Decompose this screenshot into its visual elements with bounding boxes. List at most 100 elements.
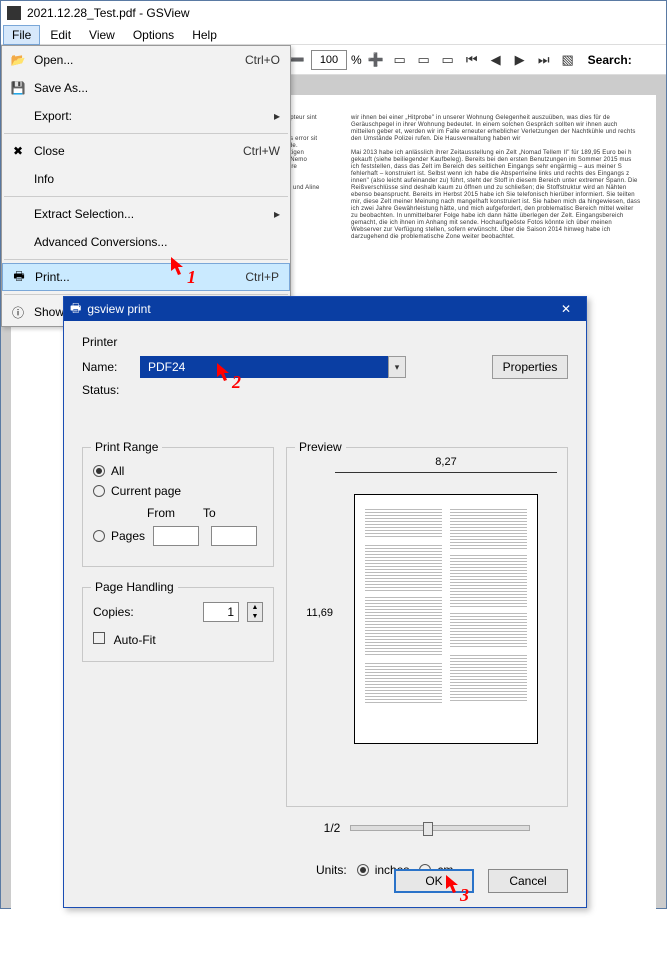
app-icon xyxy=(7,6,21,20)
dim-arrow-icon xyxy=(333,468,559,476)
from-label: From xyxy=(147,506,175,520)
prev-icon[interactable]: ◀ xyxy=(486,50,506,70)
zoom-slider[interactable] xyxy=(350,825,530,831)
printer-group-label: Printer xyxy=(82,335,568,349)
file-menu-dropdown: 📂 Open... Ctrl+O 💾 Save As... Export: ▸ … xyxy=(1,45,291,327)
menu-options[interactable]: Options xyxy=(125,26,182,44)
cancel-button[interactable]: Cancel xyxy=(488,869,568,893)
menu-help[interactable]: Help xyxy=(184,26,225,44)
radio-current[interactable]: Current page xyxy=(93,484,263,498)
print-range-group: Print Range All Current page From To xyxy=(82,447,274,567)
submenu-arrow-icon: ▸ xyxy=(254,109,280,123)
annotation-3: 3 xyxy=(460,885,469,906)
group-legend: Page Handling xyxy=(91,580,178,594)
window-title: 2021.12.28_Test.pdf - GSView xyxy=(27,6,190,20)
dialog-icon: 🖶 xyxy=(70,299,81,320)
open-icon: 📂 xyxy=(11,53,26,67)
close-icon[interactable]: ✕ xyxy=(552,302,580,316)
accel: Ctrl+P xyxy=(245,270,279,284)
zoom-level[interactable]: 100 xyxy=(311,50,347,70)
save-icon: 💾 xyxy=(11,81,26,95)
menu-view[interactable]: View xyxy=(81,26,123,44)
separator xyxy=(4,259,288,260)
menuitem-label: Extract Selection... xyxy=(34,207,254,221)
from-field[interactable] xyxy=(153,526,199,546)
separator xyxy=(4,133,288,134)
dialog-titlebar: 🖶 gsview print ✕ xyxy=(64,297,586,321)
radio-icon xyxy=(93,530,105,542)
menuitem-open[interactable]: 📂 Open... Ctrl+O xyxy=(2,46,290,74)
slider-thumb[interactable] xyxy=(423,822,433,836)
preview-height: 11,69 xyxy=(295,607,333,619)
autofit-checkbox[interactable] xyxy=(93,632,105,644)
menuitem-print[interactable]: 🖶 Print... Ctrl+P xyxy=(2,263,290,291)
menuitem-label: Advanced Conversions... xyxy=(34,235,280,249)
to-label: To xyxy=(203,506,216,520)
radio-icon xyxy=(93,485,105,497)
menuitem-label: Info xyxy=(34,172,280,186)
menuitem-extract[interactable]: Extract Selection... ▸ xyxy=(2,200,290,228)
first-icon[interactable]: ⏮ xyxy=(462,50,482,70)
annotation-1: 1 xyxy=(187,267,196,288)
menuitem-advanced[interactable]: Advanced Conversions... xyxy=(2,228,290,256)
menu-edit[interactable]: Edit xyxy=(42,26,79,44)
close-icon: ✖ xyxy=(13,144,23,158)
accel: Ctrl+O xyxy=(245,53,280,67)
group-legend: Print Range xyxy=(91,440,162,454)
page-handling-group: Page Handling Copies: 1 ▲▼ Auto-Fit xyxy=(82,587,274,662)
radio-label: Current page xyxy=(111,484,181,498)
copies-field[interactable]: 1 xyxy=(203,602,239,622)
preview-page xyxy=(354,494,538,744)
menuitem-info[interactable]: Info xyxy=(2,165,290,193)
zoom-ratio: 1/2 xyxy=(324,821,341,835)
actualsize-icon[interactable]: ▭ xyxy=(438,50,458,70)
menuitem-label: Export: xyxy=(34,109,254,123)
separator xyxy=(4,196,288,197)
menubar: File Edit View Options Help xyxy=(1,25,666,45)
radio-label: All xyxy=(111,464,124,478)
zoom-in-icon[interactable]: ➕ xyxy=(366,50,386,70)
preview-width: 8,27 xyxy=(333,456,559,468)
search-label: Search: xyxy=(588,53,632,67)
to-field[interactable] xyxy=(211,526,257,546)
fitwidth-icon[interactable]: ▭ xyxy=(414,50,434,70)
radio-pages[interactable]: Pages xyxy=(93,526,263,546)
separator xyxy=(4,294,288,295)
properties-button[interactable]: Properties xyxy=(492,355,568,379)
accel: Ctrl+W xyxy=(243,144,280,158)
print-icon: 🖶 xyxy=(13,267,24,288)
next-icon[interactable]: ▶ xyxy=(510,50,530,70)
print-dialog: 🖶 gsview print ✕ Printer Name: PDF24 ▾ P… xyxy=(63,296,587,908)
units-label: Units: xyxy=(316,863,347,877)
menu-file[interactable]: File xyxy=(3,25,40,45)
titlebar: 2021.12.28_Test.pdf - GSView xyxy=(1,1,666,25)
fitpage-icon[interactable]: ▭ xyxy=(390,50,410,70)
cursor-icon xyxy=(171,257,185,277)
cursor-icon xyxy=(446,875,460,895)
printer-name: PDF24 xyxy=(148,360,185,374)
dropdown-caret-icon[interactable]: ▾ xyxy=(388,356,406,378)
zoom-pct: % xyxy=(351,53,362,67)
printer-select[interactable]: PDF24 ▾ xyxy=(140,356,406,378)
radio-icon xyxy=(357,864,369,876)
menuitem-label: Save As... xyxy=(34,81,280,95)
last-icon[interactable]: ⏭ xyxy=(534,50,554,70)
radio-all[interactable]: All xyxy=(93,464,263,478)
layers-icon[interactable]: ▧ xyxy=(558,50,578,70)
cursor-icon xyxy=(217,363,231,383)
status-label: Status: xyxy=(82,383,132,397)
menuitem-saveas[interactable]: 💾 Save As... xyxy=(2,74,290,102)
menuitem-label: Close xyxy=(34,144,243,158)
name-label: Name: xyxy=(82,360,132,374)
preview-group: Preview 8,27 11,69 xyxy=(286,447,568,807)
autofit-label: Auto-Fit xyxy=(114,633,156,647)
copies-spinner[interactable]: ▲▼ xyxy=(247,602,263,622)
radio-icon xyxy=(93,465,105,477)
dialog-title: gsview print xyxy=(87,302,546,316)
group-legend: Preview xyxy=(295,440,346,454)
menuitem-close[interactable]: ✖ Close Ctrl+W xyxy=(2,137,290,165)
menuitem-export[interactable]: Export: ▸ xyxy=(2,102,290,130)
menuitem-label: Open... xyxy=(34,53,245,67)
submenu-arrow-icon: ▸ xyxy=(254,207,280,221)
menuitem-label: Print... xyxy=(35,270,245,284)
